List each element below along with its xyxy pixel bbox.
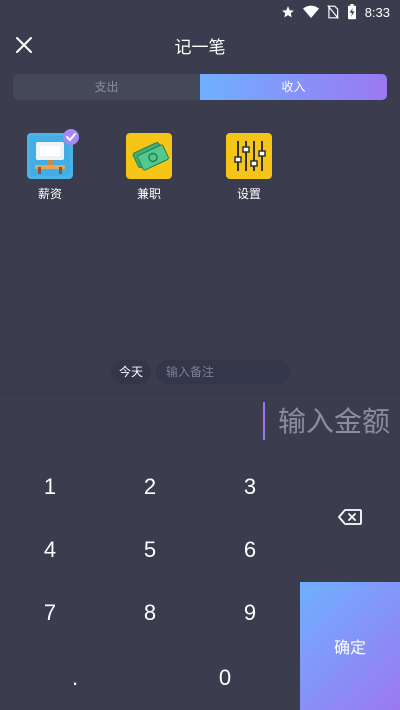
text-caret — [263, 402, 265, 440]
wifi-icon — [302, 5, 319, 19]
category-parttime[interactable]: 兼职 — [119, 133, 179, 202]
memo-row: 今天 — [0, 360, 400, 384]
backspace-icon — [338, 509, 362, 525]
status-icons: 8:33 — [281, 3, 390, 21]
header: 记一笔 — [0, 24, 400, 64]
backspace-button[interactable] — [300, 485, 400, 549]
memo-input[interactable] — [156, 360, 290, 384]
key-5[interactable]: 5 — [100, 518, 200, 582]
keypad: 1 2 3 4 5 6 7 8 9 . 0 确定 — [0, 455, 400, 710]
key-9[interactable]: 9 — [200, 581, 300, 645]
date-chip[interactable]: 今天 — [111, 360, 152, 384]
key-3[interactable]: 3 — [200, 455, 300, 519]
key-4[interactable]: 4 — [0, 518, 100, 582]
category-salary[interactable]: 薪资 — [20, 129, 80, 202]
key-6[interactable]: 6 — [200, 518, 300, 582]
key-0[interactable]: 0 — [175, 646, 275, 710]
salary-desk-icon — [27, 129, 79, 179]
no-sim-icon — [326, 5, 339, 19]
amount-field[interactable]: 输入金额 — [0, 396, 400, 450]
key-2[interactable]: 2 — [100, 455, 200, 519]
selected-check-icon — [63, 129, 79, 145]
star-icon — [281, 6, 294, 18]
key-dot[interactable]: . — [25, 646, 125, 710]
page-title: 记一笔 — [174, 38, 226, 58]
key-8[interactable]: 8 — [100, 581, 200, 645]
type-tabs: 支出 收入 — [13, 74, 387, 100]
category-label: 设置 — [236, 187, 261, 201]
key-7[interactable]: 7 — [0, 581, 100, 645]
category-settings[interactable]: 设置 — [219, 133, 279, 202]
sliders-icon — [226, 133, 272, 179]
status-time: 8:33 — [364, 4, 390, 20]
status-bar: 8:33 — [0, 0, 400, 24]
tab-expense[interactable]: 支出 — [13, 74, 200, 100]
amount-placeholder: 输入金额 — [277, 405, 390, 438]
confirm-button[interactable]: 确定 — [300, 582, 400, 710]
divider — [0, 393, 400, 394]
category-label: 薪资 — [37, 187, 62, 201]
tab-income[interactable]: 收入 — [200, 74, 387, 100]
money-icon — [126, 133, 172, 179]
battery-charging-icon — [347, 4, 356, 20]
key-1[interactable]: 1 — [0, 455, 100, 519]
category-label: 兼职 — [136, 187, 161, 201]
